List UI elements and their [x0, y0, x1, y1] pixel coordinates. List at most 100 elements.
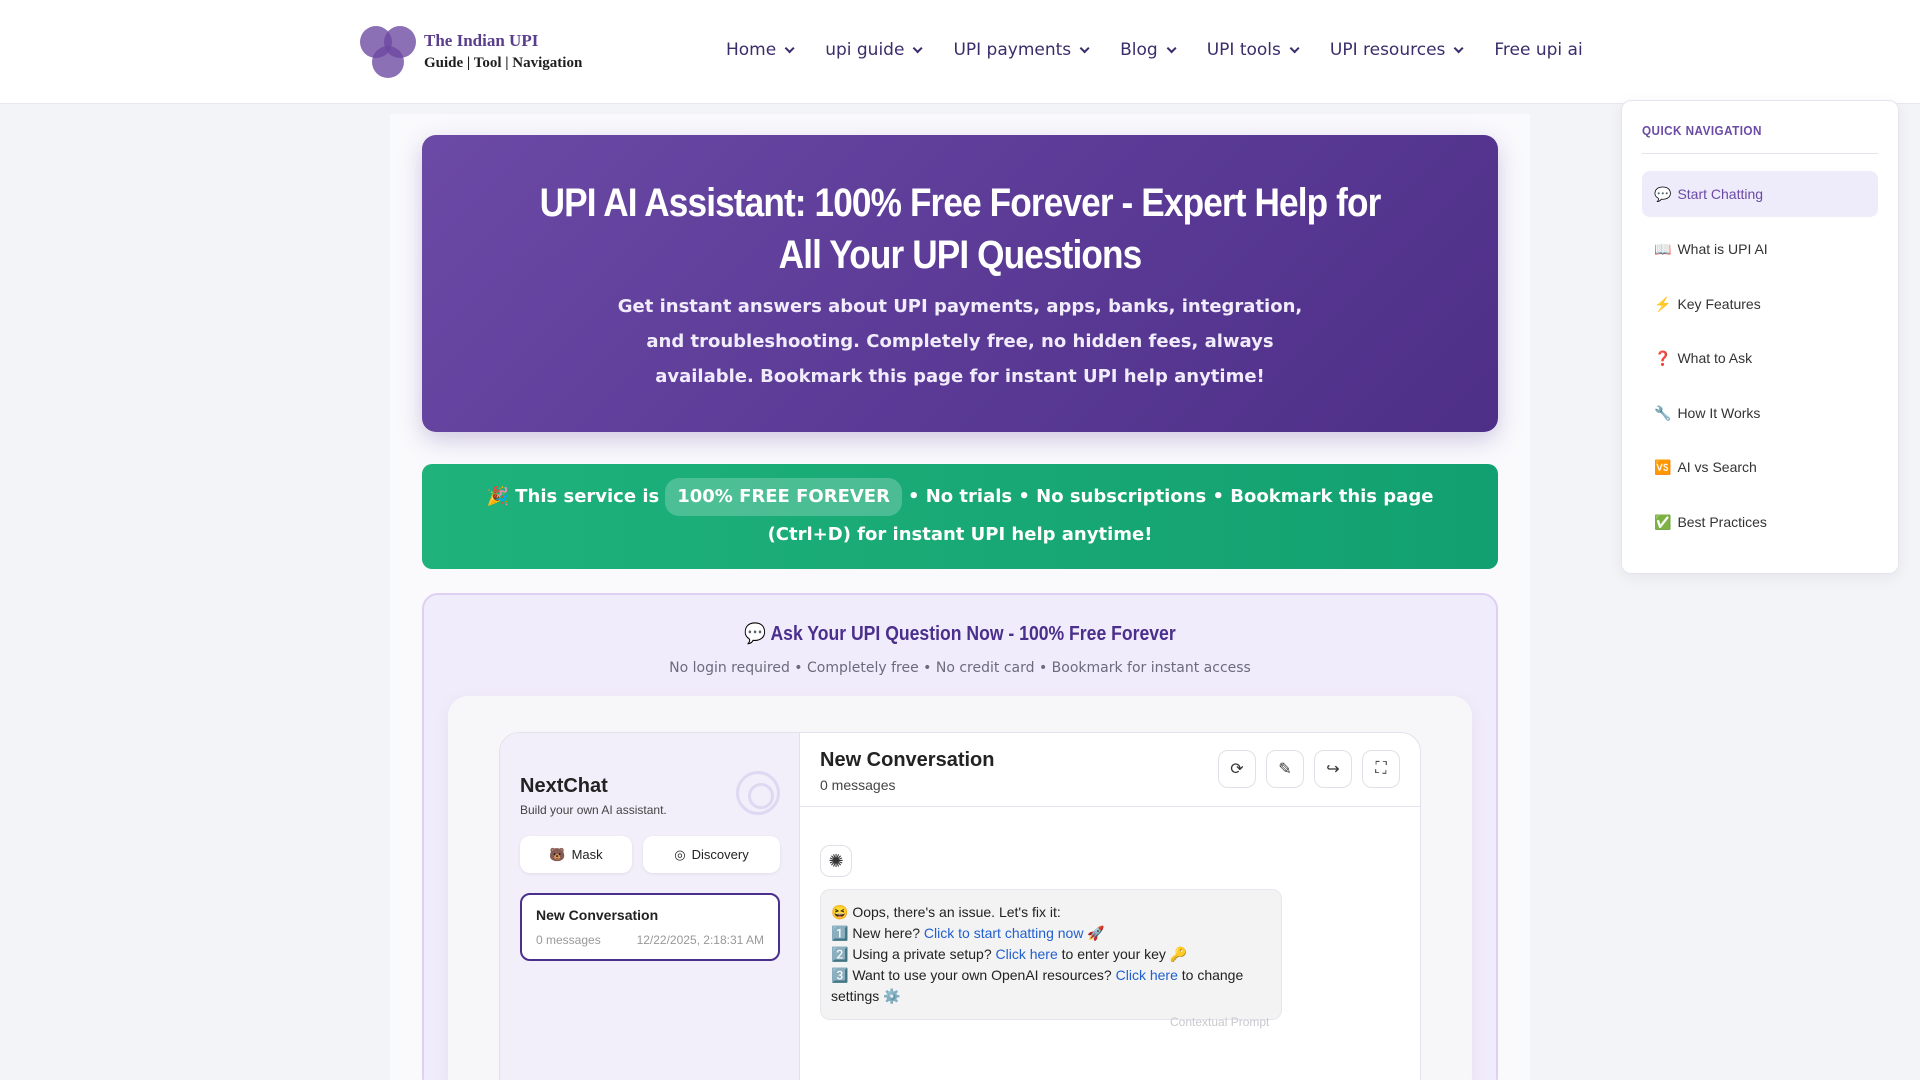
message-line: 2️⃣ Using a private setup? Click here to… — [831, 944, 1271, 965]
chat-message-count: 0 messages — [820, 777, 896, 793]
nav-label: Home — [726, 40, 777, 60]
main-nav: Home upi guide UPI payments Blog UPI too… — [726, 40, 1583, 60]
lightning-icon: ⚡ — [1654, 295, 1672, 312]
conversation-title: New Conversation — [536, 907, 659, 923]
main-content: UPI AI Assistant: 100% Free Forever - Ex… — [390, 114, 1530, 1080]
chevron-down-icon — [784, 42, 795, 53]
quick-nav-start-chatting[interactable]: 💬 Start Chatting — [1642, 171, 1878, 217]
quick-nav-how-it-works[interactable]: 🔧 How It Works — [1642, 390, 1878, 436]
mask-icon: 🐻 — [549, 846, 566, 862]
quick-nav-label: AI vs Search — [1677, 459, 1757, 475]
quick-nav-label: What to Ask — [1677, 350, 1753, 366]
banner-prefix: 🎉 This service is — [486, 486, 660, 507]
message-line: 3️⃣ Want to use your own OpenAI resource… — [831, 965, 1271, 1007]
edit-button[interactable]: ✎ — [1266, 750, 1304, 788]
chat-sidebar: NextChat Build your own AI assistant. 🐻 … — [500, 733, 800, 1080]
quick-nav-what-is-upi-ai[interactable]: 📖 What is UPI AI — [1642, 226, 1878, 272]
free-forever-badge: 100% FREE FOREVER — [665, 478, 902, 516]
checkmark-icon: ✅ — [1654, 513, 1672, 530]
compass-icon: ◎ — [674, 846, 686, 862]
chat-main: New Conversation 0 messages ⟳ ✎ ↪ ⛶ ✺ 😆 … — [800, 733, 1420, 1080]
site-header: The Indian UPI Guide | Tool | Navigation… — [0, 0, 1920, 104]
mask-button[interactable]: 🐻 Mask — [520, 836, 632, 873]
conversation-item[interactable]: New Conversation 0 messages 12/22/2025, … — [520, 893, 780, 961]
message-line: 1️⃣ New here? Click to start chatting no… — [831, 923, 1271, 944]
discovery-label: Discovery — [691, 847, 749, 862]
question-icon: ❓ — [1654, 349, 1672, 366]
expand-icon: ⛶ — [1375, 760, 1387, 777]
quick-nav-label: Best Practices — [1677, 514, 1767, 530]
quick-nav-best-practices[interactable]: ✅ Best Practices — [1642, 499, 1878, 545]
chat-embed-frame: NextChat Build your own AI assistant. 🐻 … — [448, 696, 1472, 1080]
chat-header: New Conversation 0 messages ⟳ ✎ ↪ ⛶ — [800, 733, 1420, 807]
chat-title[interactable]: New Conversation — [820, 749, 994, 772]
message-text: 2️⃣ Using a private setup? — [831, 946, 996, 962]
book-icon: 📖 — [1654, 240, 1672, 257]
quick-nav-ai-vs-search[interactable]: 🆚 AI vs Search — [1642, 444, 1878, 490]
nav-home[interactable]: Home — [726, 40, 795, 60]
conversation-message-count: 0 messages — [536, 933, 601, 947]
quick-navigation: QUICK NAVIGATION 💬 Start Chatting 📖 What i… — [1621, 100, 1899, 574]
logo-title: The Indian UPI — [424, 31, 539, 50]
contextual-prompt-label: Contextual Prompt — [1170, 1015, 1270, 1029]
logo-circles-icon — [360, 26, 416, 78]
message-text: to enter your key 🔑 — [1057, 946, 1188, 962]
change-settings-link[interactable]: Click here — [1116, 967, 1178, 983]
ask-title: 💬 Ask Your UPI Question Now - 100% Free … — [744, 623, 1176, 645]
logo-subtitle: Guide | Tool | Navigation — [424, 55, 583, 71]
nav-blog[interactable]: Blog — [1120, 40, 1177, 60]
nextchat-app: NextChat Build your own AI assistant. 🐻 … — [499, 732, 1421, 1080]
share-icon: ↪ — [1326, 761, 1340, 778]
nav-label: UPI payments — [953, 40, 1072, 60]
ask-subtitle: No login required • Completely free • No… — [669, 660, 1251, 676]
wrench-icon: 🔧 — [1654, 404, 1672, 421]
nav-upi-guide[interactable]: upi guide — [825, 40, 924, 60]
quick-nav-divider — [1642, 153, 1878, 154]
chevron-down-icon — [913, 42, 924, 53]
quick-nav-title: QUICK NAVIGATION — [1642, 123, 1762, 138]
chevron-down-icon — [1079, 42, 1090, 53]
nav-upi-resources[interactable]: UPI resources — [1329, 40, 1464, 60]
quick-nav-what-to-ask[interactable]: ❓ What to Ask — [1642, 335, 1878, 381]
nav-label: Free upi ai — [1494, 40, 1583, 60]
chevron-down-icon — [1454, 42, 1464, 53]
app-name: NextChat — [520, 775, 608, 797]
quick-nav-label: Start Chatting — [1677, 186, 1764, 202]
quick-nav-key-features[interactable]: ⚡ Key Features — [1642, 281, 1878, 327]
share-button[interactable]: ↪ — [1314, 750, 1352, 788]
message-text: 3️⃣ Want to use your own OpenAI resource… — [831, 967, 1116, 983]
free-service-banner: 🎉 This service is 100% FREE FOREVER • No t… — [422, 464, 1498, 569]
nav-upi-tools[interactable]: UPI tools — [1206, 40, 1300, 60]
start-chatting-link[interactable]: Click to start chatting now — [924, 925, 1084, 941]
bot-message: 😆 Oops, there's an issue. Let's fix it: … — [820, 889, 1282, 1020]
logo-text: The Indian UPI Guide | Tool | Navigation — [424, 30, 582, 74]
ask-question-section: 💬 Ask Your UPI Question Now - 100% Free … — [422, 593, 1498, 1080]
speech-bubble-icon: 💬 — [1654, 185, 1672, 202]
conversation-meta: 0 messages 12/22/2025, 2:18:31 AM — [536, 933, 764, 947]
page-title: UPI AI Assistant: 100% Free Forever - Ex… — [539, 181, 1382, 277]
refresh-button[interactable]: ⟳ — [1218, 750, 1256, 788]
message-line: 😆 Oops, there's an issue. Let's fix it: — [831, 904, 1061, 920]
conversation-timestamp: 12/22/2025, 2:18:31 AM — [636, 933, 764, 947]
app-tagline: Build your own AI assistant. — [520, 803, 667, 817]
nav-free-upi-ai[interactable]: Free upi ai — [1494, 40, 1582, 60]
message-text: 1️⃣ New here? — [831, 925, 924, 941]
quick-nav-label: How It Works — [1677, 405, 1761, 421]
discovery-button[interactable]: ◎ Discovery — [643, 836, 780, 873]
fullscreen-button[interactable]: ⛶ — [1362, 750, 1400, 788]
nav-label: Blog — [1120, 40, 1158, 60]
chevron-down-icon — [1166, 42, 1177, 53]
enter-key-link[interactable]: Click here — [996, 946, 1058, 962]
bot-avatar-icon: ✺ — [820, 845, 852, 877]
nav-upi-payments[interactable]: UPI payments — [953, 40, 1090, 60]
quick-nav-label: Key Features — [1677, 296, 1761, 312]
message-text: 🚀 — [1083, 925, 1105, 941]
openai-logo-icon — [736, 771, 780, 815]
hero-banner: UPI AI Assistant: 100% Free Forever - Ex… — [422, 135, 1498, 432]
nav-label: upi guide — [825, 40, 905, 60]
nav-label: UPI resources — [1329, 40, 1446, 60]
pencil-icon: ✎ — [1278, 761, 1292, 778]
site-logo[interactable]: The Indian UPI Guide | Tool | Navigation — [360, 26, 582, 78]
vs-icon: 🆚 — [1654, 458, 1672, 475]
nav-label: UPI tools — [1206, 40, 1281, 60]
